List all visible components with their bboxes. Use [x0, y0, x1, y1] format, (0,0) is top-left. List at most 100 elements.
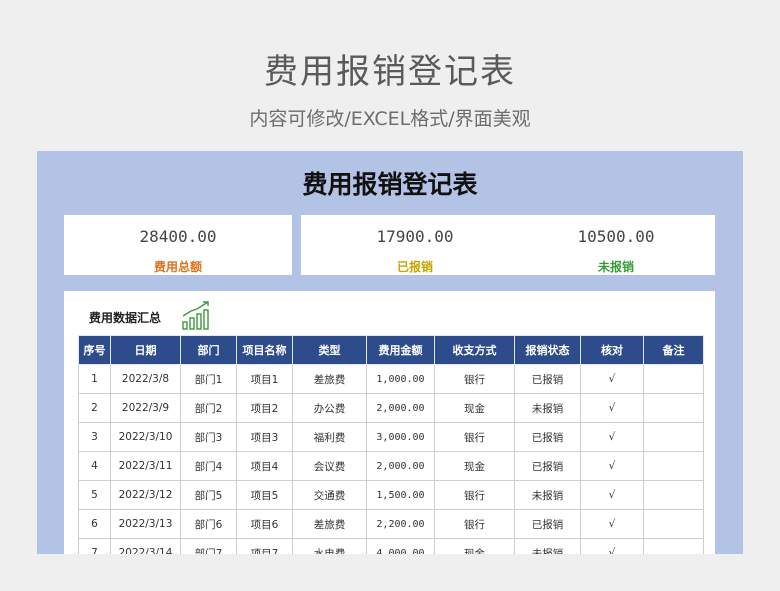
cell-note[interactable] — [643, 538, 704, 554]
sheet-panel: 费用报销登记表 28400.00 费用总额 17900.00 已报销 10500… — [37, 151, 743, 554]
table-row: 7 2022/3/14 部门7 项目7 水电费 4,000.00 现金 未报销 … — [78, 538, 704, 554]
column-header: 序号 — [78, 335, 111, 365]
cell-dept[interactable]: 部门6 — [180, 509, 237, 539]
summary-value: 28400.00 — [139, 227, 217, 246]
column-header: 收支方式 — [434, 335, 515, 365]
cell-no[interactable]: 2 — [78, 393, 111, 423]
cell-type[interactable]: 差旅费 — [292, 364, 367, 394]
cell-date[interactable]: 2022/3/12 — [110, 480, 181, 510]
cell-date[interactable]: 2022/3/9 — [110, 393, 181, 423]
cell-note[interactable] — [643, 509, 704, 539]
cell-amount[interactable]: 3,000.00 — [366, 422, 435, 452]
cell-status[interactable]: 未报销 — [514, 480, 581, 510]
summary-value: 17900.00 — [376, 227, 454, 246]
cell-method[interactable]: 现金 — [434, 393, 515, 423]
cell-project[interactable]: 项目1 — [236, 364, 293, 394]
cell-no[interactable]: 4 — [78, 451, 111, 481]
cell-no[interactable]: 5 — [78, 480, 111, 510]
cell-check[interactable]: √ — [580, 538, 644, 554]
summary-label: 已报销 — [396, 260, 433, 274]
section-title: 费用数据汇总 — [89, 311, 162, 325]
table-header-row: 序号 日期 部门 项目名称 类型 费用金额 收支方式 报销状态 核对 备注 — [78, 335, 704, 365]
cell-type[interactable]: 会议费 — [292, 451, 367, 481]
cell-type[interactable]: 交通费 — [292, 480, 367, 510]
cell-note[interactable] — [643, 364, 704, 394]
column-header: 费用金额 — [366, 335, 435, 365]
cell-method[interactable]: 现金 — [434, 451, 515, 481]
cell-method[interactable]: 银行 — [434, 422, 515, 452]
cell-method[interactable]: 现金 — [434, 538, 515, 554]
cell-date[interactable]: 2022/3/10 — [110, 422, 181, 452]
cell-note[interactable] — [643, 480, 704, 510]
table-row: 4 2022/3/11 部门4 项目4 会议费 2,000.00 现金 已报销 … — [78, 451, 704, 481]
cell-project[interactable]: 项目2 — [236, 393, 293, 423]
table-row: 2 2022/3/9 部门2 项目2 办公费 2,000.00 现金 未报销 √ — [78, 393, 704, 423]
page-subtitle: 内容可修改/EXCEL格式/界面美观 — [249, 108, 531, 130]
cell-date[interactable]: 2022/3/13 — [110, 509, 181, 539]
table-row: 6 2022/3/13 部门6 项目6 差旅费 2,200.00 银行 已报销 … — [78, 509, 704, 539]
expense-table: 序号 日期 部门 项目名称 类型 费用金额 收支方式 报销状态 核对 备注 1 … — [78, 335, 704, 554]
cell-project[interactable]: 项目6 — [236, 509, 293, 539]
cell-check[interactable]: √ — [580, 480, 644, 510]
cell-method[interactable]: 银行 — [434, 364, 515, 394]
cell-amount[interactable]: 1,000.00 — [366, 364, 435, 394]
cell-date[interactable]: 2022/3/8 — [110, 364, 181, 394]
cell-date[interactable]: 2022/3/11 — [110, 451, 181, 481]
cell-status[interactable]: 已报销 — [514, 509, 581, 539]
cell-dept[interactable]: 部门3 — [180, 422, 237, 452]
data-summary-section: 费用数据汇总 序号 日期 部门 项目名称 类型 费用金额 收支方式 报销状态 核… — [64, 291, 715, 554]
cell-dept[interactable]: 部门5 — [180, 480, 237, 510]
cell-status[interactable]: 已报销 — [514, 422, 581, 452]
cell-status[interactable]: 已报销 — [514, 364, 581, 394]
bar-chart-growth-icon — [182, 301, 209, 330]
cell-no[interactable]: 6 — [78, 509, 111, 539]
cell-check[interactable]: √ — [580, 422, 644, 452]
column-header: 项目名称 — [236, 335, 293, 365]
cell-dept[interactable]: 部门1 — [180, 364, 237, 394]
cell-method[interactable]: 银行 — [434, 480, 515, 510]
cell-amount[interactable]: 2,000.00 — [366, 451, 435, 481]
cell-dept[interactable]: 部门4 — [180, 451, 237, 481]
cell-method[interactable]: 银行 — [434, 509, 515, 539]
cell-amount[interactable]: 4,000.00 — [366, 538, 435, 554]
cell-no[interactable]: 1 — [78, 364, 111, 394]
cell-project[interactable]: 项目4 — [236, 451, 293, 481]
cell-no[interactable]: 7 — [78, 538, 111, 554]
cell-type[interactable]: 水电费 — [292, 538, 367, 554]
cell-type[interactable]: 差旅费 — [292, 509, 367, 539]
cell-project[interactable]: 项目3 — [236, 422, 293, 452]
cell-check[interactable]: √ — [580, 393, 644, 423]
table-row: 1 2022/3/8 部门1 项目1 差旅费 1,000.00 银行 已报销 √ — [78, 364, 704, 394]
cell-status[interactable]: 未报销 — [514, 393, 581, 423]
cell-no[interactable]: 3 — [78, 422, 111, 452]
column-header: 部门 — [180, 335, 237, 365]
column-header: 报销状态 — [514, 335, 581, 365]
cell-check[interactable]: √ — [580, 364, 644, 394]
cell-check[interactable]: √ — [580, 451, 644, 481]
cell-type[interactable]: 办公费 — [292, 393, 367, 423]
cell-project[interactable]: 项目7 — [236, 538, 293, 554]
cell-amount[interactable]: 2,000.00 — [366, 393, 435, 423]
cell-amount[interactable]: 2,200.00 — [366, 509, 435, 539]
summary-label: 未报销 — [597, 260, 634, 274]
cell-dept[interactable]: 部门7 — [180, 538, 237, 554]
cell-check[interactable]: √ — [580, 509, 644, 539]
cell-date[interactable]: 2022/3/14 — [110, 538, 181, 554]
table-row: 3 2022/3/10 部门3 项目3 福利费 3,000.00 银行 已报销 … — [78, 422, 704, 452]
cell-amount[interactable]: 1,500.00 — [366, 480, 435, 510]
cell-type[interactable]: 福利费 — [292, 422, 367, 452]
page-title: 费用报销登记表 — [264, 52, 516, 92]
sheet-title: 费用报销登记表 — [302, 170, 478, 199]
cell-note[interactable] — [643, 451, 704, 481]
cell-note[interactable] — [643, 422, 704, 452]
cell-status[interactable]: 未报销 — [514, 538, 581, 554]
cell-project[interactable]: 项目5 — [236, 480, 293, 510]
cell-status[interactable]: 已报销 — [514, 451, 581, 481]
column-header: 日期 — [110, 335, 181, 365]
table-row: 5 2022/3/12 部门5 项目5 交通费 1,500.00 银行 未报销 … — [78, 480, 704, 510]
summary-card-reimbursed: 17900.00 已报销 — [301, 215, 529, 275]
cell-note[interactable] — [643, 393, 704, 423]
column-header: 类型 — [292, 335, 367, 365]
summary-label: 费用总额 — [153, 260, 202, 274]
cell-dept[interactable]: 部门2 — [180, 393, 237, 423]
